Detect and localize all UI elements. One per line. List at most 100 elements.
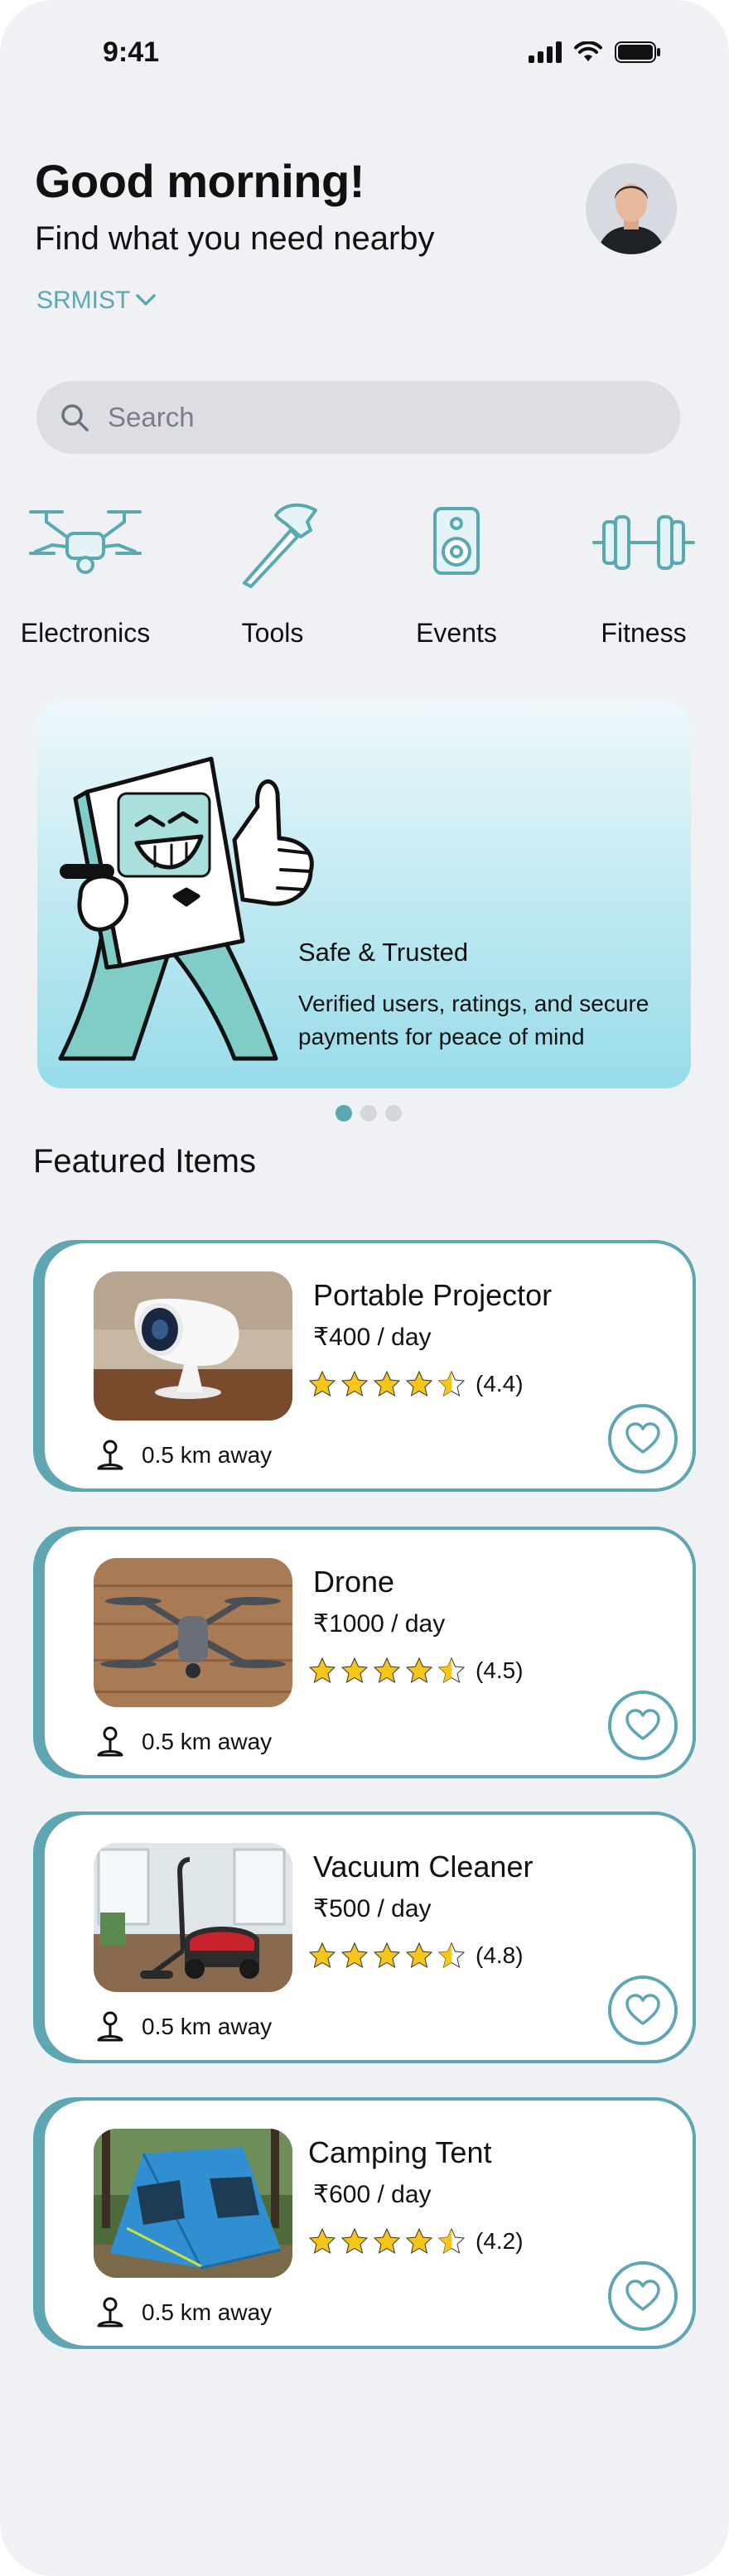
card-body: Camping Tent ₹600 / day (4.2) 0.5 km awa… xyxy=(45,2097,696,2349)
card-body: Portable Projector ₹400 / day (4.4) 0.5 … xyxy=(45,1240,696,1492)
item-price: ₹500 / day xyxy=(313,1895,432,1922)
item-rating: (4.4) xyxy=(307,1369,524,1399)
search-icon xyxy=(61,404,89,432)
heart-icon xyxy=(625,2279,660,2311)
item-price: ₹400 / day xyxy=(313,1324,432,1351)
star-icon xyxy=(373,1370,401,1397)
speaker-icon xyxy=(433,507,480,575)
item-distance: 0.5 km away xyxy=(94,1439,272,1472)
half-star-icon xyxy=(437,1942,466,1969)
status-time: 9:41 xyxy=(103,36,160,68)
item-name: Drone xyxy=(313,1565,395,1599)
item-rating-score: (4.8) xyxy=(476,1942,524,1968)
item-rating-score: (4.2) xyxy=(476,2228,524,2254)
carousel-dot[interactable] xyxy=(336,1105,352,1122)
location-pin-icon xyxy=(97,1440,123,1470)
battery-icon xyxy=(615,41,660,63)
half-star-icon xyxy=(437,2227,466,2255)
half-star-icon xyxy=(437,1370,466,1397)
item-distance-label: 0.5 km away xyxy=(142,1442,273,1468)
chevron-down-icon xyxy=(136,294,157,306)
banner-description: Verified users, ratings, and secure paym… xyxy=(298,991,649,1049)
star-icon xyxy=(340,1370,369,1397)
search-bar[interactable] xyxy=(36,381,680,454)
favorite-button[interactable] xyxy=(608,2261,678,2331)
item-card-camping-tent[interactable]: Camping Tent ₹600 / day (4.2) 0.5 km awa… xyxy=(33,2097,696,2349)
signal-icon xyxy=(529,41,562,63)
banner-title: Safe & Trusted xyxy=(298,938,469,967)
heart-icon xyxy=(625,1709,660,1740)
star-icon xyxy=(373,1942,401,1969)
item-rating: (4.2) xyxy=(307,2226,524,2256)
item-distance-label: 0.5 km away xyxy=(142,2014,273,2039)
star-icon xyxy=(405,1942,433,1969)
category-tools[interactable]: Tools xyxy=(190,497,355,649)
favorite-button[interactable] xyxy=(608,1404,678,1474)
star-icon xyxy=(340,2227,369,2255)
item-rating: (4.5) xyxy=(307,1656,524,1686)
drone-icon xyxy=(29,510,142,574)
half-star-icon xyxy=(437,1657,466,1684)
item-price: ₹600 / day xyxy=(313,2181,432,2208)
location-label: SRMIST xyxy=(36,287,131,314)
carousel-dot[interactable] xyxy=(385,1105,402,1122)
item-distance: 0.5 km away xyxy=(94,1725,272,1758)
promo-banner[interactable]: Safe & Trusted Verified users, ratings, … xyxy=(37,701,691,1088)
favorite-button[interactable] xyxy=(608,1691,678,1760)
category-fitness[interactable]: Fitness xyxy=(561,497,727,649)
card-body: Vacuum Cleaner ₹500 / day (4.8) 0.5 km a… xyxy=(45,1811,696,2063)
item-image-drone xyxy=(94,1558,292,1707)
star-icon xyxy=(308,2227,336,2255)
item-card-drone[interactable]: Drone ₹1000 / day (4.5) 0.5 km away xyxy=(33,1527,696,1778)
item-name: Camping Tent xyxy=(308,2135,492,2169)
item-distance-label: 0.5 km away xyxy=(142,2299,273,2325)
category-label: Fitness xyxy=(601,618,687,648)
star-icon xyxy=(373,2227,401,2255)
category-label: Events xyxy=(416,618,497,648)
star-icon xyxy=(405,2227,433,2255)
item-rating-score: (4.4) xyxy=(476,1371,524,1397)
category-label: Electronics xyxy=(20,618,151,648)
search-input[interactable] xyxy=(106,401,640,434)
app-screen: 9:41 Good morning! Find what you need ne… xyxy=(0,0,729,2576)
category-events[interactable]: Events xyxy=(374,497,539,649)
item-distance: 0.5 km away xyxy=(94,2296,272,2329)
item-image-vacuum xyxy=(94,1843,292,1992)
wifi-icon xyxy=(574,41,602,61)
star-icon xyxy=(373,1657,401,1684)
status-icons xyxy=(529,41,661,63)
star-icon xyxy=(308,1370,336,1397)
avatar[interactable] xyxy=(586,163,677,254)
star-icon xyxy=(405,1657,433,1684)
card-body: Drone ₹1000 / day (4.5) 0.5 km away xyxy=(45,1527,696,1778)
category-label: Tools xyxy=(241,618,304,648)
hammer-icon xyxy=(243,503,317,588)
star-icon xyxy=(340,1657,369,1684)
featured-section-title: Featured Items xyxy=(33,1143,257,1179)
location-pin-icon xyxy=(97,2011,123,2042)
greeting-subtitle: Find what you need nearby xyxy=(35,220,435,257)
item-card-portable-projector[interactable]: Portable Projector ₹400 / day (4.4) 0.5 … xyxy=(33,1240,696,1492)
item-distance-label: 0.5 km away xyxy=(142,1729,273,1754)
item-image-tent xyxy=(94,2129,292,2278)
item-price: ₹1000 / day xyxy=(313,1610,446,1638)
favorite-button[interactable] xyxy=(608,1975,678,2045)
star-icon xyxy=(340,1942,369,1969)
item-card-vacuum-cleaner[interactable]: Vacuum Cleaner ₹500 / day (4.8) 0.5 km a… xyxy=(33,1811,696,2063)
location-pin-icon xyxy=(97,1726,123,1757)
carousel-dots xyxy=(336,1105,402,1122)
item-image-projector xyxy=(94,1271,292,1421)
item-rating: (4.8) xyxy=(307,1941,524,1971)
item-distance: 0.5 km away xyxy=(94,2010,272,2043)
star-icon xyxy=(405,1370,433,1397)
item-name: Portable Projector xyxy=(313,1278,553,1312)
item-rating-score: (4.5) xyxy=(476,1657,524,1683)
item-name: Vacuum Cleaner xyxy=(313,1850,533,1884)
heart-icon xyxy=(625,1994,660,2025)
location-selector[interactable]: SRMIST xyxy=(36,287,157,315)
category-electronics[interactable]: Electronics xyxy=(2,497,168,649)
carousel-dot[interactable] xyxy=(360,1105,377,1122)
greeting-title: Good morning! xyxy=(35,155,364,207)
star-icon xyxy=(308,1942,336,1969)
heart-icon xyxy=(625,1422,660,1454)
